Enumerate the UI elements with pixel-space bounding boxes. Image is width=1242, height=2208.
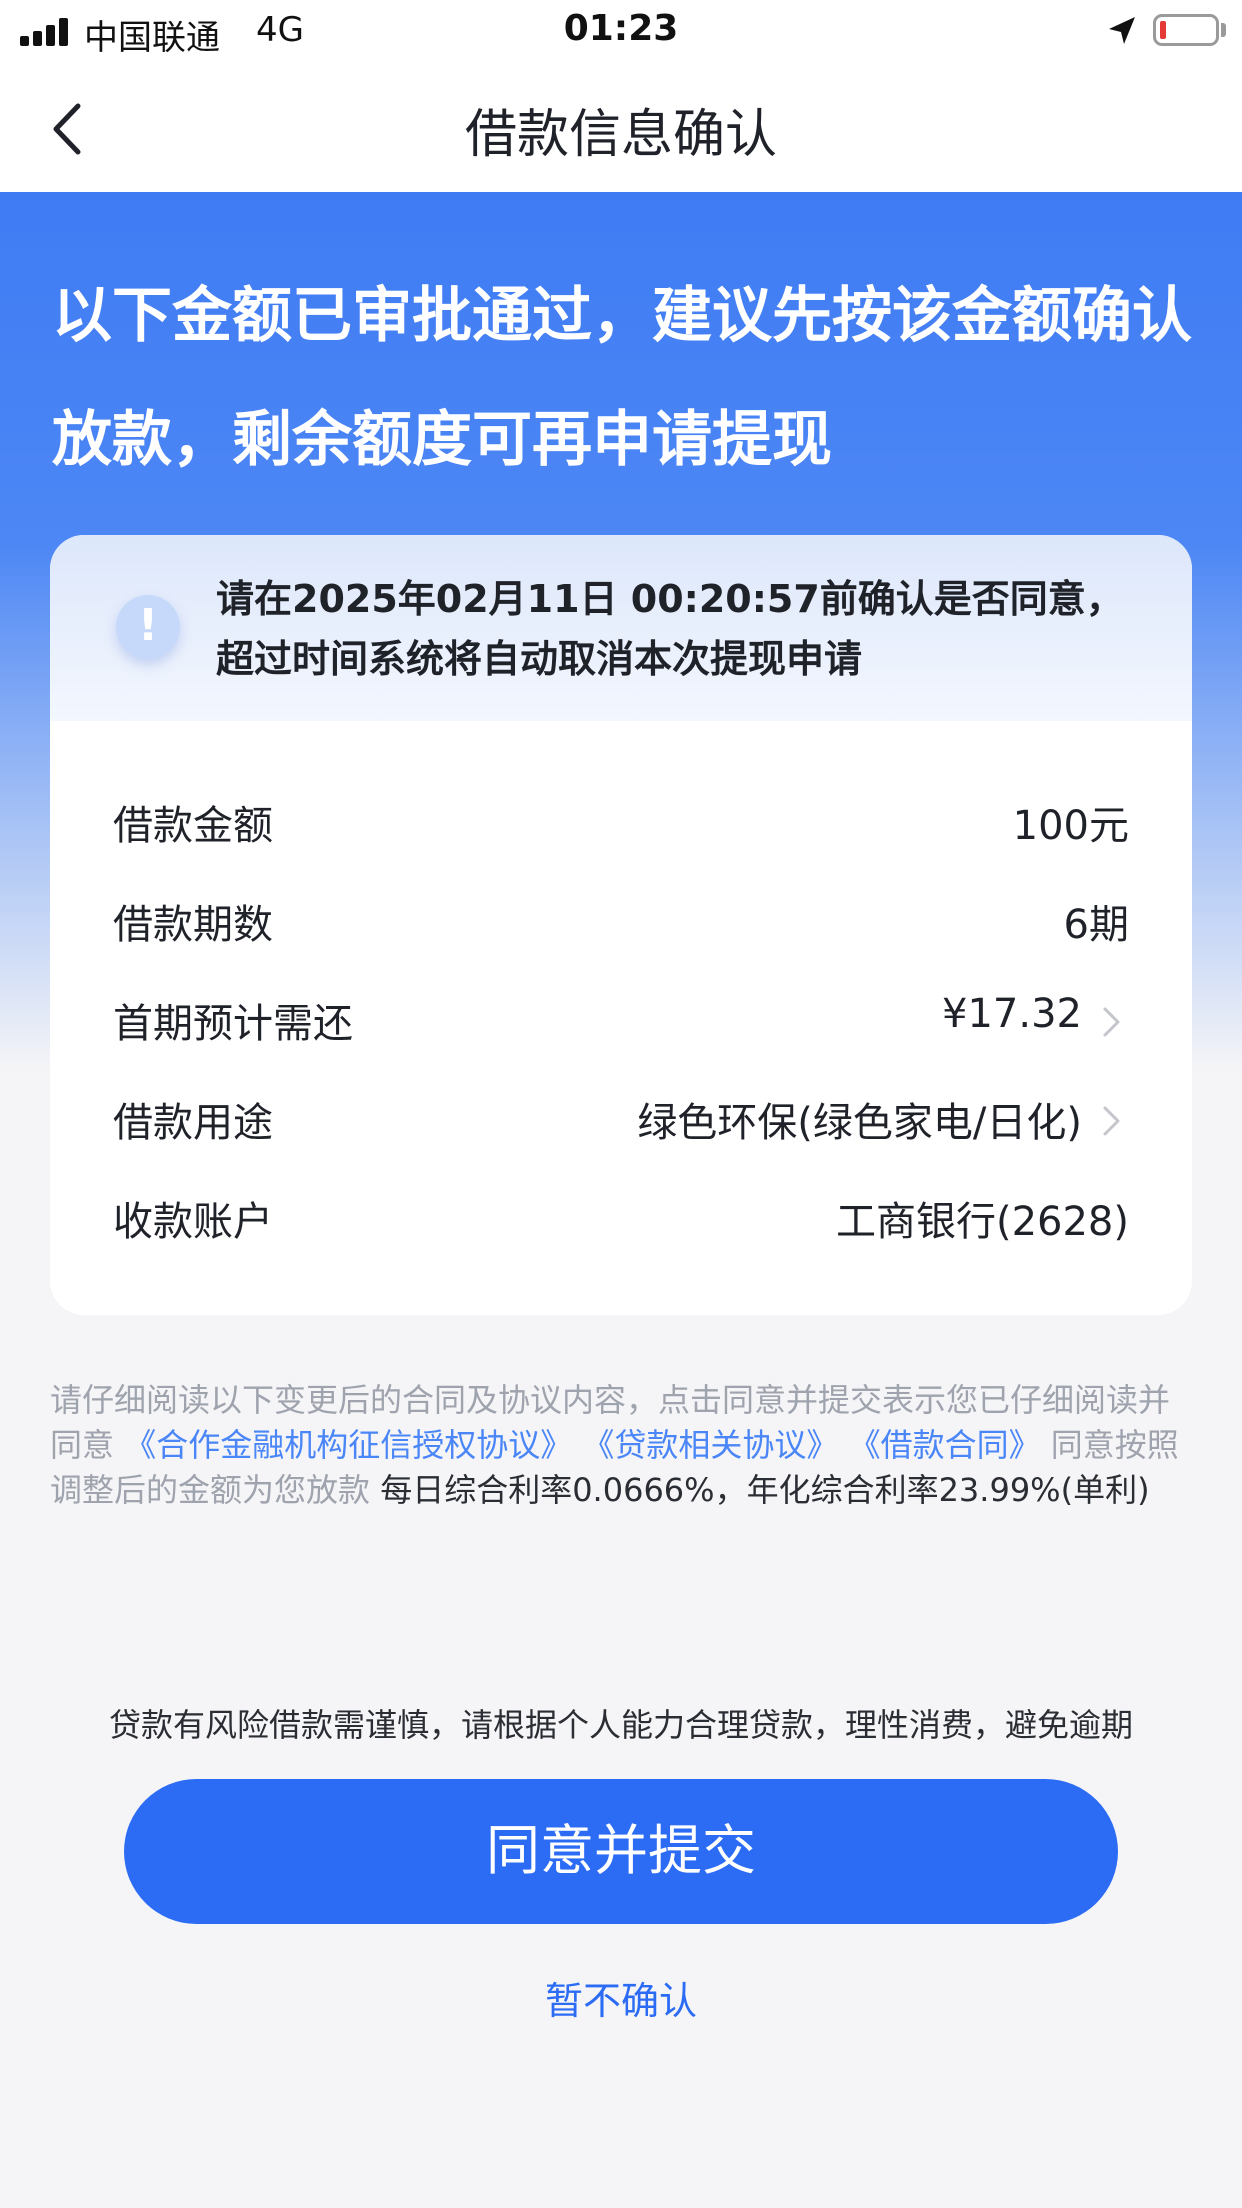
approval-message: 以下金额已审批通过，建议先按该金额确认放款，剩余额度可再申请提现 (52, 281, 1192, 475)
agree-and-submit-button[interactable]: 同意并提交 (124, 1779, 1118, 1924)
detail-row-receiving-account: 收款账户 工商银行(2628) (50, 1167, 1192, 1266)
loan-contract-link[interactable]: 《借款合同》 (849, 1426, 1041, 1464)
deadline-notice-line1: 请在2025年02月11日 00:20:57前确认是否同意， (216, 577, 1124, 621)
loan-details-list: 借款金额 100元 借款期数 6期 首期预计需还 ¥17.32 借款用途 绿色环… (50, 771, 1192, 1266)
detail-row-loan-amount: 借款金额 100元 (50, 771, 1192, 870)
detail-value: 工商银行(2628) (835, 1199, 1129, 1245)
battery-cap (1221, 23, 1226, 37)
detail-label: 收款账户 (113, 1199, 273, 1245)
location-arrow-icon (1109, 17, 1135, 44)
deadline-notice-text: 请在2025年02月11日 00:20:57前确认是否同意， 超过时间系统将自动… (216, 569, 1166, 689)
chevron-right-icon (1103, 1106, 1120, 1136)
detail-value: 6期 (1063, 902, 1129, 948)
detail-label: 借款期数 (113, 902, 273, 948)
detail-value: 100元 (1012, 803, 1129, 849)
credit-authorization-agreement-link[interactable]: 《合作金融机构征信授权协议》 (124, 1426, 572, 1464)
detail-value: ¥17.32 (942, 991, 1082, 1037)
detail-row-loan-purpose[interactable]: 借款用途 绿色环保(绿色家电/日化) (50, 1068, 1192, 1167)
exclamation-icon: ! (116, 595, 180, 659)
agreement-text: 请仔细阅读以下变更后的合同及协议内容，点击同意并提交表示您已仔细阅读并同意 《合… (50, 1378, 1180, 1513)
detail-label: 借款金额 (113, 803, 273, 849)
detail-value: 绿色环保(绿色家电/日化) (637, 1100, 1082, 1146)
deadline-notice: ! 请在2025年02月11日 00:20:57前确认是否同意， 超过时间系统将… (50, 535, 1192, 721)
decline-button[interactable]: 暂不确认 (0, 1970, 1242, 2025)
loan-related-agreement-link[interactable]: 《贷款相关协议》 (582, 1426, 838, 1464)
detail-row-loan-terms: 借款期数 6期 (50, 870, 1192, 969)
battery-icon (1153, 14, 1219, 46)
status-time: 01:23 (563, 8, 679, 49)
interest-rate-text: 每日综合利率0.0666%，年化综合利率23.99%(单利) (380, 1471, 1150, 1509)
deadline-notice-line2: 超过时间系统将自动取消本次提现申请 (216, 637, 863, 681)
risk-warning: 贷款有风险借款需谨慎，请根据个人能力合理贷款，理性消费，避免逾期 (108, 1706, 1133, 1744)
battery-level (1160, 21, 1166, 39)
chevron-right-icon (1103, 1007, 1120, 1037)
page-title: 借款信息确认 (464, 105, 777, 165)
detail-label: 首期预计需还 (113, 1001, 353, 1047)
detail-row-first-repayment[interactable]: 首期预计需还 ¥17.32 (50, 969, 1192, 1068)
navigation-bar: 借款信息确认 (0, 64, 1242, 192)
status-bar: 中国联通 4G 01:23 (0, 0, 1242, 64)
loan-info-card: ! 请在2025年02月11日 00:20:57前确认是否同意， 超过时间系统将… (50, 535, 1192, 1315)
detail-label: 借款用途 (113, 1100, 273, 1146)
